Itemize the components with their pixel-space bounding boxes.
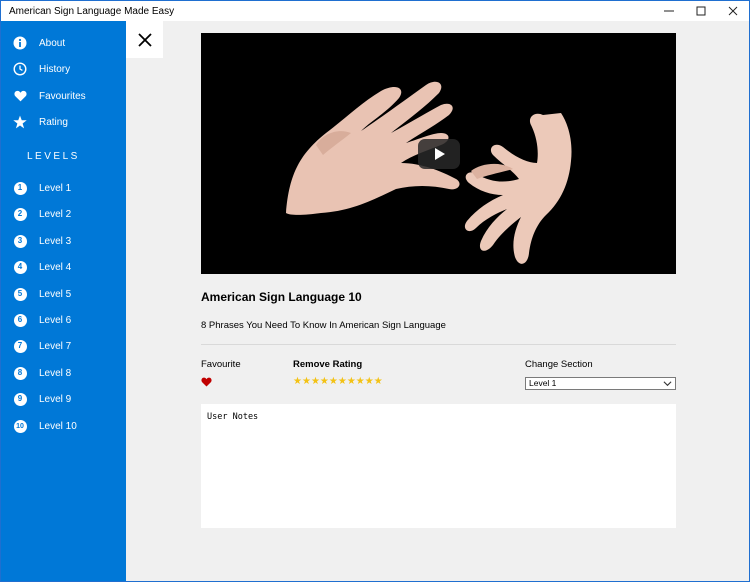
info-icon: [13, 36, 27, 50]
sidebar-item-label: Level 1: [39, 182, 72, 194]
star-icon[interactable]: ★: [365, 376, 374, 388]
sidebar-item-level-5[interactable]: 5 Level 5: [1, 281, 126, 307]
sidebar-item-label: Favourites: [39, 90, 86, 102]
number-8-icon: 8: [13, 366, 27, 380]
section-select-value: Level 1: [529, 378, 557, 388]
sidebar-item-level-4[interactable]: 4 Level 4: [1, 254, 126, 280]
star-icon: [13, 115, 27, 129]
maximize-button[interactable]: [685, 1, 717, 21]
sidebar-item-level-6[interactable]: 6 Level 6: [1, 307, 126, 333]
number-3-icon: 3: [13, 234, 27, 248]
levels-heading: LEVELS: [27, 151, 80, 162]
minimize-button[interactable]: [653, 1, 685, 21]
sidebar-item-about[interactable]: About: [1, 30, 126, 56]
sidebar-item-label: Level 5: [39, 288, 72, 300]
sidebar: About History Favourites Rating LEVELS 1…: [1, 21, 126, 581]
sidebar-item-level-10[interactable]: 10 Level 10: [1, 413, 126, 439]
close-window-button[interactable]: [717, 1, 749, 21]
window-title: American Sign Language Made Easy: [9, 5, 175, 17]
number-9-icon: 9: [13, 392, 27, 406]
sidebar-item-rating[interactable]: Rating: [1, 109, 126, 135]
maximize-icon: [696, 6, 706, 16]
user-notes-input[interactable]: [201, 404, 676, 528]
number-5-icon: 5: [13, 287, 27, 301]
chevron-down-icon: [663, 381, 672, 387]
star-icon[interactable]: ★: [356, 376, 365, 388]
sidebar-item-level-3[interactable]: 3 Level 3: [1, 228, 126, 254]
sidebar-item-history[interactable]: History: [1, 56, 126, 82]
star-icon[interactable]: ★: [374, 376, 383, 388]
close-icon: [137, 32, 152, 47]
sidebar-item-label: Level 6: [39, 314, 72, 326]
star-icon[interactable]: ★: [329, 376, 338, 388]
star-icon[interactable]: ★: [293, 376, 302, 388]
number-1-icon: 1: [13, 181, 27, 195]
heart-icon: [201, 377, 212, 387]
number-6-icon: 6: [13, 313, 27, 327]
number-7-icon: 7: [13, 339, 27, 353]
sidebar-item-level-7[interactable]: 7 Level 7: [1, 333, 126, 359]
sidebar-item-label: Level 2: [39, 208, 72, 220]
sidebar-item-label: Rating: [39, 116, 68, 128]
change-section-label: Change Section: [525, 359, 593, 370]
remove-rating-button[interactable]: Remove Rating: [293, 359, 362, 370]
close-window-icon: [728, 6, 738, 16]
play-icon: [435, 148, 445, 160]
number-4-icon: 4: [13, 260, 27, 274]
title-bar: American Sign Language Made Easy: [1, 1, 749, 21]
sidebar-item-level-2[interactable]: 2 Level 2: [1, 201, 126, 227]
number-10-icon: 10: [13, 419, 27, 433]
star-icon[interactable]: ★: [302, 376, 311, 388]
star-icon[interactable]: ★: [347, 376, 356, 388]
section-select[interactable]: Level 1: [525, 377, 676, 390]
sidebar-item-label: Level 4: [39, 261, 72, 273]
close-button[interactable]: [126, 21, 163, 58]
sidebar-item-level-8[interactable]: 8 Level 8: [1, 360, 126, 386]
lesson-subtitle: 8 Phrases You Need To Know In American S…: [201, 320, 446, 331]
star-icon[interactable]: ★: [311, 376, 320, 388]
play-button[interactable]: [418, 139, 460, 169]
clock-icon: [13, 62, 27, 76]
sidebar-item-label: Level 7: [39, 340, 72, 352]
sidebar-item-label: Level 3: [39, 235, 72, 247]
sidebar-item-label: History: [39, 63, 71, 75]
number-2-icon: 2: [13, 207, 27, 221]
video-player[interactable]: [201, 33, 676, 274]
app-window: American Sign Language Made Easy About H…: [0, 0, 750, 582]
sidebar-item-label: Level 9: [39, 393, 72, 405]
sidebar-item-favourites[interactable]: Favourites: [1, 83, 126, 109]
minimize-icon: [664, 10, 674, 12]
star-icon[interactable]: ★: [320, 376, 329, 388]
sidebar-item-level-1[interactable]: 1 Level 1: [1, 175, 126, 201]
star-rating[interactable]: ★ ★ ★ ★ ★ ★ ★ ★ ★ ★: [293, 376, 383, 388]
sidebar-item-label: Level 8: [39, 367, 72, 379]
heart-icon: [13, 89, 27, 103]
star-icon[interactable]: ★: [338, 376, 347, 388]
sidebar-item-label: About: [39, 37, 66, 49]
sidebar-item-label: Level 10: [39, 420, 77, 432]
divider: [201, 344, 676, 345]
favourite-toggle[interactable]: [201, 376, 213, 388]
lesson-title: American Sign Language 10: [201, 290, 362, 304]
favourite-label: Favourite: [201, 359, 241, 370]
sidebar-item-level-9[interactable]: 9 Level 9: [1, 386, 126, 412]
